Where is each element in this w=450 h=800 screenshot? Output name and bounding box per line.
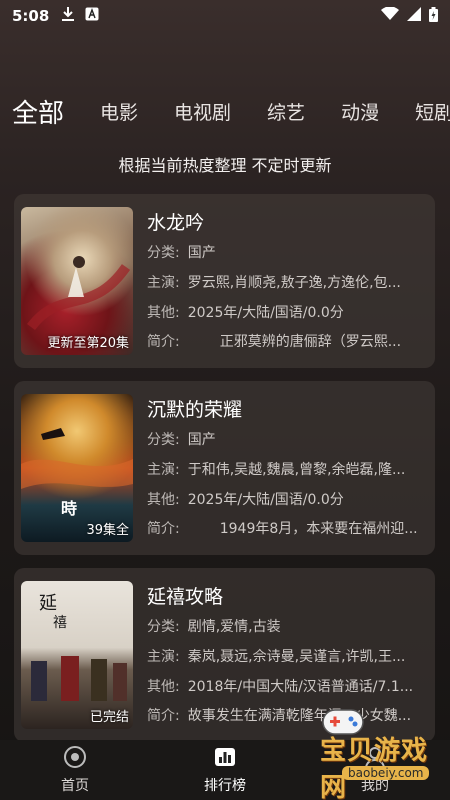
- other-value: 2018年/中国大陆/汉语普通话/7.1...: [187, 679, 414, 695]
- card-title: 延禧攻略: [147, 586, 224, 608]
- other-value: 2025年/大陆/国语/0.0分: [187, 492, 344, 508]
- list-item[interactable]: 更新至第20集 水龙吟 分类: 国产 主演: 罗云熙,肖顺尧,敖子逸,方逸伦,包..…: [14, 194, 435, 368]
- other-line: 其他: 2025年/大陆/国语/0.0分: [147, 489, 427, 509]
- category-line: 分类: 国产: [147, 242, 427, 262]
- home-icon: [63, 745, 87, 773]
- ranking-icon: [213, 745, 237, 773]
- nav-home-label: 首页: [61, 778, 89, 794]
- battery-icon: [429, 6, 438, 26]
- list-item[interactable]: 時 39集全 沉默的荣耀 分类: 国产 主演: 于和伟,吴越,魏晨,曾黎,余皑磊,隆…: [14, 381, 435, 555]
- nav-ranking-label: 排行榜: [204, 778, 246, 794]
- card-title: 水龙吟: [147, 212, 205, 234]
- cast-value: 罗云熙,肖顺尧,敖子逸,方逸伦,包...: [187, 275, 401, 291]
- svg-text:延: 延: [39, 593, 57, 614]
- category-line: 分类: 国产: [147, 429, 427, 449]
- synopsis-value: 1949年8月，本来要在福州迎...: [219, 521, 418, 537]
- category-tabs: 全部 电影 电视剧 综艺 动漫 短剧: [0, 88, 450, 138]
- nav-ranking[interactable]: 排行榜: [170, 745, 280, 795]
- tab-short-drama[interactable]: 短剧: [415, 88, 450, 125]
- tab-variety[interactable]: 综艺: [267, 88, 305, 125]
- cast-key: 主演:: [147, 649, 180, 665]
- other-key: 其他:: [147, 492, 180, 508]
- tab-all[interactable]: 全部: [12, 88, 64, 130]
- synopsis-line: 简介: 正邪莫辨的唐俪辞（罗云熙...: [147, 331, 427, 351]
- watermark-url: baobeiy.com: [342, 766, 430, 780]
- other-key: 其他:: [147, 679, 180, 695]
- ranking-notice: 根据当前热度整理 不定时更新: [118, 156, 332, 175]
- cast-key: 主演:: [147, 275, 180, 291]
- poster-image: 時 39集全: [21, 394, 133, 542]
- synopsis-key: 简介:: [147, 334, 180, 350]
- watermark-text: 宝贝游戏网: [320, 736, 429, 800]
- card-title: 沉默的荣耀: [147, 399, 243, 421]
- tab-anime[interactable]: 动漫: [341, 88, 379, 125]
- cast-line: 主演: 秦岚,聂远,佘诗曼,吴谨言,许凯,王...: [147, 646, 427, 666]
- category-value: 国产: [187, 245, 216, 261]
- cast-value: 于和伟,吴越,魏晨,曾黎,余皑磊,隆...: [187, 462, 406, 478]
- cast-line: 主演: 罗云熙,肖顺尧,敖子逸,方逸伦,包...: [147, 272, 427, 292]
- category-key: 分类:: [147, 619, 180, 635]
- tab-tv-series[interactable]: 电视剧: [174, 88, 231, 125]
- other-line: 其他: 2025年/大陆/国语/0.0分: [147, 302, 427, 322]
- nav-home[interactable]: 首页: [20, 745, 130, 795]
- cast-value: 秦岚,聂远,佘诗曼,吴谨言,许凯,王...: [187, 649, 406, 665]
- cast-key: 主演:: [147, 462, 180, 478]
- tab-movie[interactable]: 电影: [100, 88, 138, 125]
- a-icon: [85, 7, 99, 25]
- status-time: 5:08: [12, 7, 50, 25]
- synopsis-key: 简介:: [147, 708, 180, 724]
- category-value: 国产: [187, 432, 216, 448]
- synopsis-line: 简介: 1949年8月，本来要在福州迎...: [147, 518, 427, 538]
- status-bar: 5:08: [0, 0, 450, 32]
- episode-badge: 39集全: [86, 523, 129, 538]
- episode-badge: 更新至第20集: [47, 336, 129, 351]
- other-value: 2025年/大陆/国语/0.0分: [187, 305, 344, 321]
- tab-label: 全部: [12, 99, 65, 129]
- other-line: 其他: 2018年/中国大陆/汉语普通话/7.1...: [147, 676, 427, 696]
- signal-icon: [407, 7, 421, 25]
- poster-image: 更新至第20集: [21, 207, 133, 355]
- cast-line: 主演: 于和伟,吴越,魏晨,曾黎,余皑磊,隆...: [147, 459, 427, 479]
- category-key: 分类:: [147, 432, 180, 448]
- wifi-icon: [381, 6, 399, 25]
- download-icon: [61, 6, 75, 26]
- site-watermark: 宝贝游戏网 baobeiy.com: [280, 702, 440, 800]
- svg-text:禧: 禧: [53, 615, 67, 631]
- category-value: 剧情,爱情,古装: [187, 619, 281, 635]
- category-key: 分类:: [147, 245, 180, 261]
- category-line: 分类: 剧情,爱情,古装: [147, 616, 427, 636]
- svg-text:時: 時: [61, 499, 77, 518]
- episode-badge: 已完结: [89, 710, 129, 725]
- synopsis-key: 简介:: [147, 521, 180, 537]
- poster-image: 延 禧 已完结: [21, 581, 133, 729]
- synopsis-value: 正邪莫辨的唐俪辞（罗云熙...: [219, 334, 402, 350]
- other-key: 其他:: [147, 305, 180, 321]
